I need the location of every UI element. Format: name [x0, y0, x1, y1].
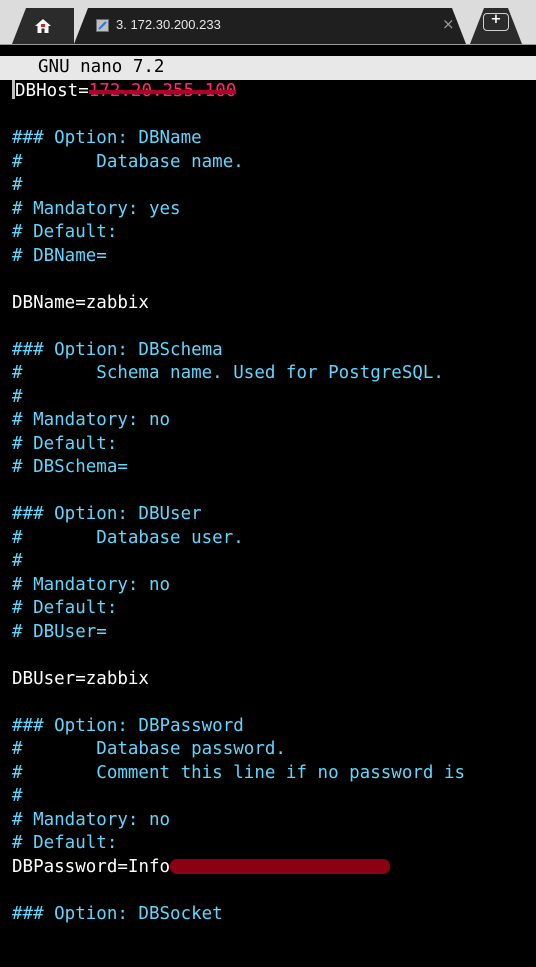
- home-tab[interactable]: [12, 8, 74, 44]
- editor-line[interactable]: [12, 315, 536, 339]
- editor-line[interactable]: # Database user.: [12, 527, 536, 551]
- tab-bar: 3. 172.30.200.233 × +: [0, 0, 536, 45]
- editor-line[interactable]: # Default:: [12, 433, 536, 457]
- editor-buffer[interactable]: DBHost=172.20.255.100 ### Option: DBName #…: [12, 80, 536, 926]
- editor-line[interactable]: [12, 104, 536, 128]
- editor-line[interactable]: # Default:: [12, 597, 536, 621]
- comment-text: # Mandatory: no: [12, 410, 171, 430]
- comment-text: # Database user.: [12, 527, 244, 548]
- comment-text: #: [12, 175, 23, 195]
- editor-line[interactable]: # Mandatory: no: [12, 574, 536, 598]
- editor-line[interactable]: #: [12, 785, 536, 809]
- editor-line[interactable]: #: [12, 550, 536, 574]
- session-tab[interactable]: 3. 172.30.200.233 ×: [74, 8, 466, 44]
- comment-text: # Mandatory: no: [12, 809, 171, 830]
- comment-text: ### Option: DBName: [12, 128, 202, 148]
- redacted-password-value: Info: [127, 856, 171, 877]
- plus-icon: +: [490, 12, 502, 27]
- editor-line[interactable]: [12, 691, 536, 715]
- editor-line[interactable]: [12, 644, 536, 668]
- nano-version-label: GNU nano 7.2: [38, 57, 165, 77]
- config-text: DBUser=zabbix: [12, 668, 149, 689]
- editor-line[interactable]: # DBName=: [12, 245, 536, 269]
- comment-text: # Comment this line if no password is: [12, 762, 466, 783]
- editor-line[interactable]: # Mandatory: yes: [12, 198, 536, 222]
- session-tab-title: 3. 172.30.200.233: [116, 17, 221, 32]
- editor-line[interactable]: ### Option: DBPassword: [12, 715, 536, 739]
- editor-line[interactable]: [12, 268, 536, 292]
- editor-line[interactable]: ### Option: DBUser: [12, 503, 536, 527]
- config-key: DBPassword=: [12, 856, 128, 877]
- comment-text: # Default:: [12, 433, 118, 454]
- editor-line[interactable]: ### Option: DBName: [12, 127, 536, 151]
- new-tab-button[interactable]: +: [470, 8, 522, 44]
- editor-line[interactable]: # DBUser=: [12, 621, 536, 645]
- editor-line[interactable]: # Database name.: [12, 151, 536, 175]
- terminal-session-icon: [96, 19, 109, 32]
- editor-line[interactable]: ### Option: DBSocket: [12, 903, 536, 927]
- editor-line[interactable]: # Schema name. Used for PostgreSQL.: [12, 362, 536, 386]
- comment-text: ### Option: DBPassword: [12, 715, 244, 736]
- comment-text: # Default:: [12, 222, 118, 242]
- comment-text: # Database password.: [12, 739, 286, 759]
- editor-line[interactable]: # Mandatory: no: [12, 809, 536, 833]
- editor-line[interactable]: # Comment this line if no password is: [12, 762, 536, 786]
- comment-text: # DBName=: [12, 245, 107, 266]
- config-key: DBHost=: [15, 81, 89, 101]
- nano-title-bar: GNU nano 7.2: [0, 56, 536, 80]
- editor-line[interactable]: DBHost=172.20.255.100: [12, 80, 536, 104]
- redaction-bar: [170, 858, 391, 874]
- editor-line[interactable]: DBPassword=Info: [12, 856, 536, 880]
- new-tab-frame: +: [483, 13, 509, 31]
- comment-text: # Database name.: [12, 151, 244, 172]
- comment-text: #: [12, 786, 23, 806]
- comment-text: #: [12, 551, 23, 571]
- editor-line[interactable]: [12, 480, 536, 504]
- comment-text: # Default:: [12, 598, 118, 618]
- editor-line[interactable]: # Database password.: [12, 738, 536, 762]
- close-icon[interactable]: ×: [442, 15, 455, 33]
- comment-text: # Mandatory: no: [12, 574, 171, 595]
- comment-text: # Mandatory: yes: [12, 198, 181, 219]
- home-icon: [34, 18, 52, 38]
- editor-line[interactable]: #: [12, 386, 536, 410]
- editor-line[interactable]: ### Option: DBSchema: [12, 339, 536, 363]
- comment-text: # DBUser=: [12, 621, 107, 642]
- editor-line[interactable]: DBUser=zabbix: [12, 668, 536, 692]
- editor-line[interactable]: DBName=zabbix: [12, 292, 536, 316]
- comment-text: # DBSchema=: [12, 457, 128, 477]
- editor-line[interactable]: # Default:: [12, 832, 536, 856]
- editor-line[interactable]: [12, 879, 536, 903]
- comment-text: ### Option: DBSocket: [12, 903, 223, 924]
- comment-text: # Schema name. Used for PostgreSQL.: [12, 363, 444, 383]
- config-text: DBName=zabbix: [12, 292, 149, 313]
- redacted-host-value: 172.20.255.100: [88, 81, 237, 101]
- comment-text: ### Option: DBSchema: [12, 339, 223, 360]
- editor-line[interactable]: # Default:: [12, 221, 536, 245]
- comment-text: ### Option: DBUser: [12, 504, 202, 524]
- editor-line[interactable]: # DBSchema=: [12, 456, 536, 480]
- editor-line[interactable]: #: [12, 174, 536, 198]
- comment-text: # Default:: [12, 833, 118, 853]
- editor-line[interactable]: # Mandatory: no: [12, 409, 536, 433]
- comment-text: #: [12, 386, 23, 407]
